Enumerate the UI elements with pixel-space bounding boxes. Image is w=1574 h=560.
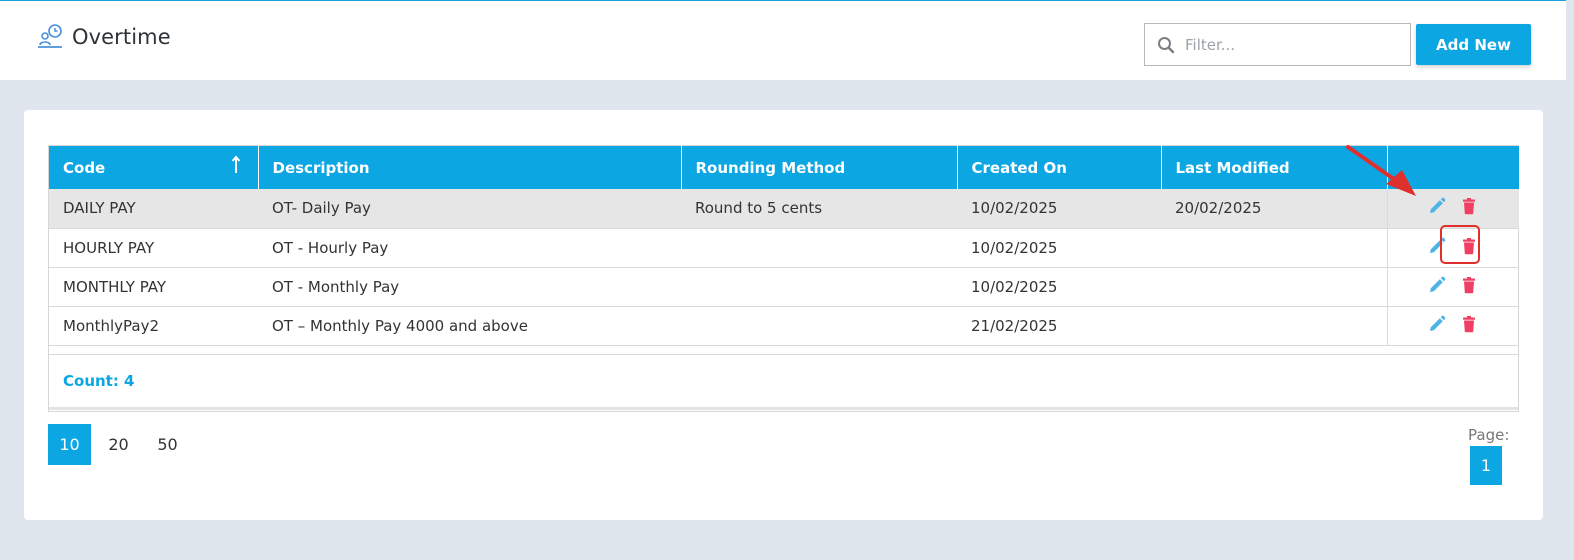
table-row[interactable]: DAILY PAY OT- Daily Pay Round to 5 cents… (49, 189, 1519, 228)
cell-code: DAILY PAY (63, 199, 136, 218)
page-header: Overtime (36, 23, 171, 51)
cell-last-modified (1161, 267, 1387, 306)
overtime-grid: Code Description Rounding Method Created… (48, 145, 1519, 412)
cell-rounding-method (681, 267, 957, 306)
page-1-button[interactable]: 1 (1470, 446, 1502, 485)
overtime-table: Code Description Rounding Method Created… (49, 146, 1519, 346)
edit-pencil-icon[interactable] (1428, 197, 1446, 215)
cell-last-modified (1161, 306, 1387, 345)
column-header-description[interactable]: Description (258, 146, 682, 189)
cell-created-on: 10/02/2025 (971, 199, 1058, 218)
cell-last-modified: 20/02/2025 (1175, 199, 1262, 218)
page-title: Overtime (72, 25, 171, 49)
delete-trash-icon[interactable] (1460, 197, 1478, 215)
page-size-20[interactable]: 20 (97, 424, 140, 465)
table-row[interactable]: MONTHLY PAY OT - Monthly Pay 10/02/2025 (49, 267, 1519, 306)
column-header-last-modified[interactable]: Last Modified (1161, 146, 1388, 189)
delete-trash-icon[interactable] (1460, 315, 1478, 333)
window-edge (1566, 0, 1574, 560)
overtime-icon (38, 24, 62, 48)
table-header-row: Code Description Rounding Method Created… (49, 146, 1519, 189)
cell-created-on: 21/02/2025 (971, 316, 1058, 335)
cell-rounding-method (681, 228, 957, 267)
cell-created-on: 10/02/2025 (971, 277, 1058, 296)
cell-last-modified (1161, 228, 1387, 267)
cell-code: MonthlyPay2 (63, 316, 160, 335)
column-header-created-on[interactable]: Created On (957, 146, 1162, 189)
filter-input[interactable] (1185, 35, 1405, 54)
page-size-selector: 10 20 50 (48, 424, 195, 465)
add-new-button[interactable]: Add New (1416, 24, 1531, 65)
cell-description: OT- Daily Pay (272, 199, 371, 218)
page-size-10[interactable]: 10 (48, 424, 91, 465)
cell-description: OT - Hourly Pay (272, 238, 389, 257)
edit-pencil-icon[interactable] (1428, 276, 1446, 294)
record-count: Count: 4 (63, 372, 135, 390)
top-bar: Overtime Add New (0, 0, 1574, 80)
cell-description: OT – Monthly Pay 4000 and above (272, 316, 528, 335)
column-header-code[interactable]: Code (49, 146, 259, 189)
cell-code: HOURLY PAY (63, 238, 155, 257)
filter-field[interactable] (1144, 23, 1411, 66)
page-label: Page: (1468, 426, 1510, 444)
cell-actions (1386, 189, 1519, 228)
cell-rounding-method (681, 306, 957, 345)
search-icon (1158, 36, 1175, 53)
cell-description: OT - Monthly Pay (272, 277, 400, 296)
table-row[interactable]: MonthlyPay2 OT – Monthly Pay 4000 and ab… (49, 306, 1519, 345)
delete-trash-icon[interactable] (1460, 276, 1478, 294)
edit-pencil-icon[interactable] (1428, 315, 1446, 333)
cell-code: MONTHLY PAY (63, 277, 167, 296)
content-card: Code Description Rounding Method Created… (24, 110, 1543, 520)
cell-created-on: 10/02/2025 (971, 238, 1058, 257)
column-header-actions (1387, 146, 1519, 189)
edit-button-highlight-box (1440, 225, 1480, 264)
page-size-50[interactable]: 50 (146, 424, 189, 465)
cell-actions (1386, 267, 1519, 306)
cell-rounding-method: Round to 5 cents (695, 199, 823, 218)
column-header-rounding-method[interactable]: Rounding Method (681, 146, 958, 189)
count-footer: Count: 4 (49, 354, 1518, 410)
sort-ascending-icon[interactable] (231, 155, 241, 175)
cell-actions (1386, 306, 1519, 345)
table-row[interactable]: HOURLY PAY OT - Hourly Pay 10/02/2025 (49, 228, 1519, 267)
